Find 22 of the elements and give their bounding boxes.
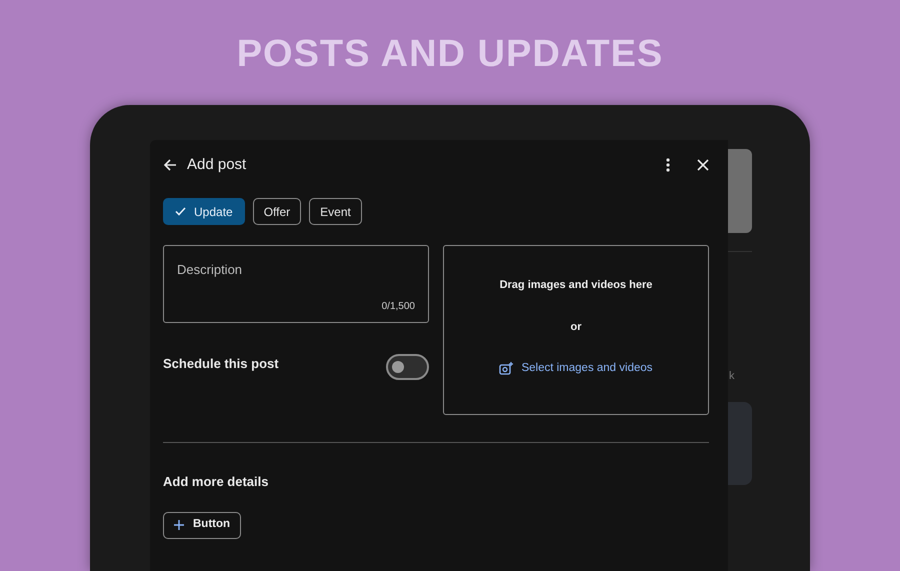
or-text: or xyxy=(570,320,582,334)
schedule-label: Schedule this post xyxy=(163,355,279,374)
add-button[interactable]: Button xyxy=(163,512,242,538)
background-text: k xyxy=(729,369,734,384)
section-heading: Add more details xyxy=(163,473,270,491)
post-type-chip[interactable]: Update xyxy=(163,198,245,225)
banner-title: POSTS AND UPDATES xyxy=(236,32,664,76)
dialog-title: Add post xyxy=(187,154,246,175)
drop-instruction: Drag images and videos here xyxy=(500,278,652,293)
plus-icon xyxy=(174,520,184,530)
check-icon xyxy=(175,207,186,216)
close-icon[interactable] xyxy=(697,159,709,171)
post-type-chip[interactable]: Offer xyxy=(252,198,302,225)
add-photo-icon xyxy=(499,362,514,376)
select-media-link[interactable]: Select images and videos xyxy=(499,360,653,378)
character-counter: 0/1,500 xyxy=(382,300,415,314)
schedule-toggle[interactable] xyxy=(386,354,429,380)
description-field[interactable]: Description xyxy=(177,260,415,280)
post-type-chip[interactable]: Event xyxy=(309,198,362,225)
more-options-icon[interactable] xyxy=(666,158,670,172)
back-icon[interactable] xyxy=(163,158,177,172)
media-drop-zone[interactable]: Drag images and videos here or Select images and videos xyxy=(443,245,709,415)
